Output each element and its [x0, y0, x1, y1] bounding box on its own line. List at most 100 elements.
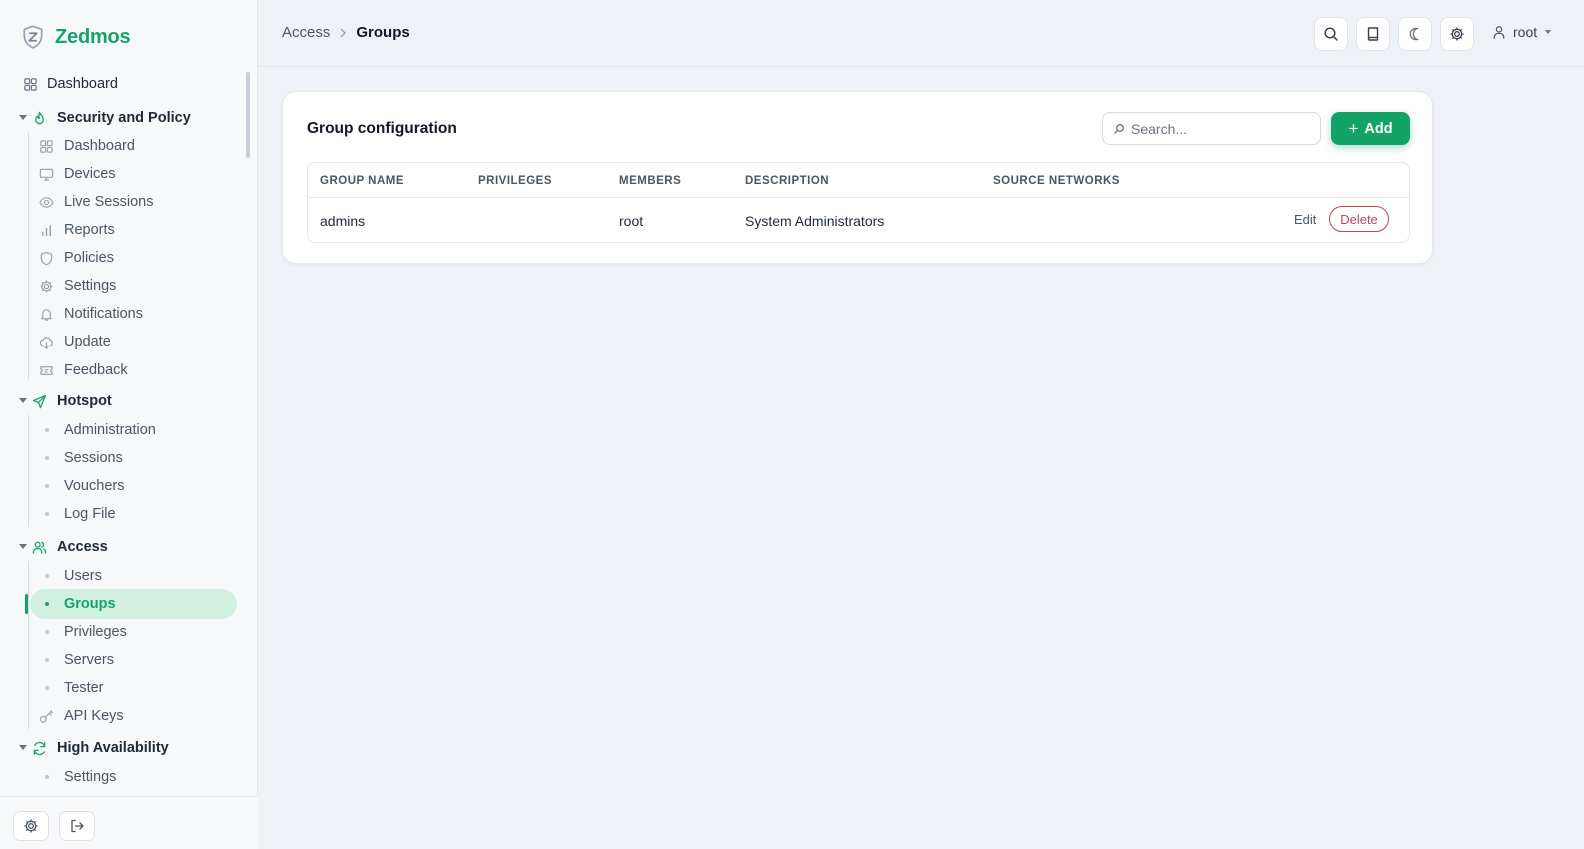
logout-button[interactable]	[59, 811, 95, 841]
sidebar-item-update[interactable]: Update	[0, 329, 244, 355]
sidebar-item-label: Sessions	[64, 450, 123, 466]
bullet-dot	[45, 658, 49, 662]
groups-table: GROUP NAME PRIVILEGES MEMBERS DESCRIPTIO…	[307, 162, 1410, 243]
sidebar-item-feedback[interactable]: Feedback	[0, 357, 244, 383]
user-menu[interactable]: root	[1492, 24, 1552, 40]
search-icon	[1324, 27, 1338, 41]
settings-button[interactable]	[1440, 17, 1474, 51]
search-input[interactable]	[1131, 113, 1316, 144]
bullet-dot	[45, 630, 49, 634]
bullet-dot	[45, 686, 49, 690]
sidebar-item-label: Live Sessions	[64, 194, 154, 210]
ticket-icon	[38, 362, 54, 378]
sidebar-item-vouchers[interactable]: Vouchers	[0, 473, 244, 499]
column-header-group-name[interactable]: GROUP NAME	[320, 175, 404, 187]
sidebar-item-label: Dashboard	[64, 138, 135, 154]
docs-button[interactable]	[1356, 17, 1390, 51]
gear-icon	[24, 819, 38, 833]
sidebar-item-devices[interactable]: Devices	[0, 161, 244, 187]
delete-button[interactable]: Delete	[1329, 206, 1389, 232]
sidebar-item-label: Tester	[64, 680, 104, 696]
sidebar-item-administration[interactable]: Administration	[0, 417, 244, 443]
table-header: GROUP NAME PRIVILEGES MEMBERS DESCRIPTIO…	[308, 163, 1409, 198]
eye-icon	[38, 194, 54, 210]
chevron-down-icon	[19, 544, 27, 549]
sidebar-item-label: Log File	[64, 506, 116, 522]
sidebar-item-ha-settings[interactable]: Settings	[0, 764, 244, 786]
sidebar-item-label: Devices	[64, 166, 116, 182]
breadcrumb-current: Groups	[356, 24, 410, 41]
sidebar-settings-button[interactable]	[13, 811, 49, 841]
send-icon	[31, 393, 47, 409]
breadcrumb-link-access[interactable]: Access	[282, 24, 330, 41]
chevron-down-icon	[19, 398, 27, 403]
brand[interactable]: Zedmos	[20, 24, 131, 50]
search-button[interactable]	[1314, 17, 1348, 51]
sidebar-item-label: API Keys	[64, 708, 124, 724]
sidebar-section-security-and-policy[interactable]: Security and Policy	[0, 105, 244, 131]
flame-icon	[31, 110, 47, 126]
sidebar-item-label: Groups	[64, 596, 116, 612]
sidebar-section-label: Hotspot	[57, 393, 112, 409]
users-icon	[31, 539, 47, 555]
sidebar-section-high-availability[interactable]: High Availability	[0, 735, 244, 761]
bullet-dot	[45, 428, 49, 432]
column-header-members[interactable]: MEMBERS	[619, 175, 681, 187]
user-name: root	[1513, 24, 1538, 40]
sidebar-item-sp-dashboard[interactable]: Dashboard	[0, 133, 244, 159]
top-header: Access Groups root	[258, 0, 1584, 67]
group-configuration-card: Group configuration + Add GROUP NAME PRI…	[282, 91, 1433, 264]
sidebar-section-access[interactable]: Access	[0, 534, 244, 560]
sidebar-item-tester[interactable]: Tester	[0, 675, 244, 701]
sidebar-item-label: Privileges	[64, 624, 127, 640]
sidebar-item-policies[interactable]: Policies	[0, 245, 244, 271]
sidebar: Zedmos Dashboard Security and Policy Das…	[0, 0, 258, 849]
column-header-source-networks[interactable]: SOURCE NETWORKS	[993, 175, 1120, 187]
sidebar-item-reports[interactable]: Reports	[0, 217, 244, 243]
cloud-download-icon	[38, 334, 54, 350]
sidebar-nav: Dashboard Security and Policy Dashboard …	[0, 66, 244, 786]
search-box[interactable]	[1102, 112, 1321, 145]
sidebar-item-privileges[interactable]: Privileges	[0, 619, 244, 645]
sidebar-section-hotspot[interactable]: Hotspot	[0, 388, 244, 414]
sidebar-item-label: Administration	[64, 422, 156, 438]
sidebar-item-log-file[interactable]: Log File	[0, 501, 244, 527]
sidebar-item-live-sessions[interactable]: Live Sessions	[0, 189, 244, 215]
sidebar-item-sessions[interactable]: Sessions	[0, 445, 244, 471]
sidebar-item-settings[interactable]: Settings	[0, 273, 244, 299]
sidebar-item-api-keys[interactable]: API Keys	[0, 703, 244, 729]
search-icon	[1114, 124, 1124, 134]
column-header-description[interactable]: DESCRIPTION	[745, 175, 829, 187]
bullet-dot	[45, 775, 49, 779]
shield-icon	[38, 250, 54, 266]
sidebar-scrollbar[interactable]	[246, 72, 250, 158]
bullet-dot	[45, 574, 49, 578]
chevron-down-icon	[19, 745, 27, 750]
breadcrumb: Access Groups	[282, 24, 410, 41]
book-icon	[1367, 27, 1379, 41]
brand-name: Zedmos	[55, 25, 131, 48]
sidebar-item-dashboard[interactable]: Dashboard	[0, 71, 244, 97]
bullet-dot	[45, 484, 49, 488]
moon-icon	[1409, 27, 1420, 41]
sidebar-item-notifications[interactable]: Notifications	[0, 301, 244, 327]
chevron-down-icon	[19, 115, 27, 120]
edit-button[interactable]: Edit	[1294, 212, 1316, 227]
gear-icon	[1450, 27, 1464, 41]
active-highlight	[30, 589, 237, 619]
active-indicator	[25, 594, 28, 614]
sidebar-section-label: Security and Policy	[57, 110, 191, 126]
sidebar-item-label: Vouchers	[64, 478, 125, 494]
sidebar-item-users[interactable]: Users	[0, 563, 244, 589]
sidebar-item-servers[interactable]: Servers	[0, 647, 244, 673]
sidebar-item-groups[interactable]: Groups	[0, 589, 244, 619]
sidebar-item-label: Update	[64, 334, 111, 350]
shield-logo-icon	[23, 25, 43, 49]
bullet-dot	[45, 512, 49, 516]
logout-icon	[71, 819, 84, 833]
theme-toggle-button[interactable]	[1398, 17, 1432, 51]
add-group-button[interactable]: + Add	[1331, 112, 1410, 145]
column-header-privileges[interactable]: PRIVILEGES	[478, 175, 552, 187]
caret-down-icon	[1545, 30, 1552, 34]
sidebar-footer	[0, 796, 258, 849]
